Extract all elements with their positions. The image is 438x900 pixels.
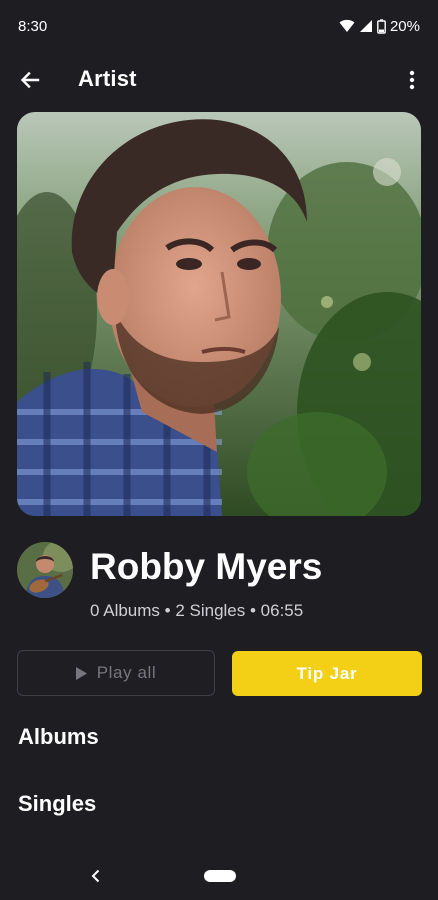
back-button[interactable] bbox=[14, 64, 46, 96]
signal-icon bbox=[359, 20, 372, 32]
chevron-left-icon bbox=[91, 869, 100, 883]
artist-hero-image bbox=[17, 112, 421, 516]
artist-stats: 0 Albums • 2 Singles • 06:55 bbox=[90, 601, 304, 620]
battery-percent: 20% bbox=[389, 17, 420, 35]
tip-jar-button[interactable]: Tip Jar bbox=[232, 651, 422, 696]
arrow-left-icon bbox=[20, 71, 40, 89]
nav-home-pill[interactable] bbox=[204, 870, 236, 882]
play-icon bbox=[75, 666, 87, 680]
status-bar: 8:30 20% bbox=[0, 0, 438, 52]
status-icons: 20% bbox=[339, 18, 420, 35]
artist-avatar bbox=[17, 542, 73, 598]
status-time: 8:30 bbox=[18, 17, 48, 35]
nav-back-button[interactable] bbox=[86, 864, 106, 888]
top-app-bar: Artist bbox=[0, 52, 438, 108]
play-all-label: Play all bbox=[96, 663, 157, 682]
wifi-icon bbox=[339, 19, 355, 32]
page-title: Artist bbox=[78, 66, 137, 91]
play-all-button[interactable]: Play all bbox=[17, 650, 215, 696]
more-options-button[interactable] bbox=[398, 64, 426, 96]
system-navigation-bar bbox=[0, 852, 438, 900]
more-vert-icon bbox=[409, 70, 415, 90]
artist-name: Robby Myers bbox=[90, 546, 323, 587]
albums-heading: Albums bbox=[18, 724, 99, 749]
singles-heading: Singles bbox=[18, 791, 97, 816]
artist-header: Robby Myers 0 Albums • 2 Singles • 06:55 bbox=[17, 540, 421, 630]
tip-jar-label: Tip Jar bbox=[296, 663, 358, 683]
battery-icon bbox=[377, 18, 386, 34]
